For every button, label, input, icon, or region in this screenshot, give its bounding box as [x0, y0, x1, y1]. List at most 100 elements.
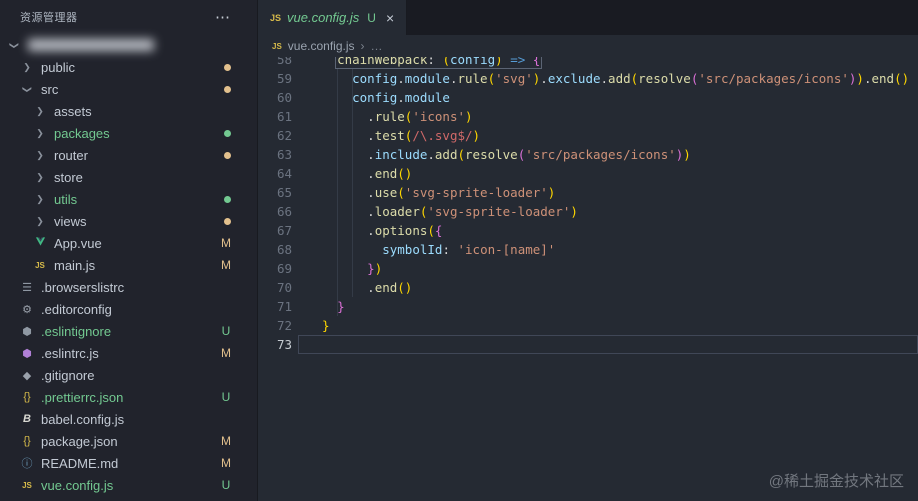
git-status-badge: U [367, 10, 376, 25]
code-line-61[interactable]: 61 .rule('icons') [258, 107, 918, 126]
code-line-content: } [322, 318, 330, 333]
code-line-content: .loader('svg-sprite-loader') [367, 204, 578, 219]
tree-item-label: App.vue [54, 235, 102, 251]
breadcrumb-more[interactable]: … [371, 39, 383, 53]
line-number[interactable]: 69 [258, 259, 298, 278]
line-number[interactable]: 66 [258, 202, 298, 221]
git-change-dot [224, 195, 231, 203]
tab-bar: JS vue.config.js U × [258, 0, 918, 35]
tree-item-utils[interactable]: ❯ utils [0, 188, 257, 210]
file-icon-eslint-gray: ⬢ [22, 325, 32, 338]
tree-item-label: router [54, 147, 88, 163]
tree-item-gitignore[interactable]: ◆ .gitignore [0, 364, 257, 386]
code-line-content: }) [367, 261, 383, 276]
tree-item-babel-config-js[interactable]: Bbabel.config.js [0, 408, 257, 430]
project-root-row[interactable]: ❯ [0, 34, 257, 56]
tree-item-label: .gitignore [41, 367, 95, 383]
line-number[interactable]: 68 [258, 240, 298, 259]
tab-vue-config-js[interactable]: JS vue.config.js U × [258, 0, 408, 35]
line-number[interactable]: 65 [258, 183, 298, 202]
line-number[interactable]: 64 [258, 164, 298, 183]
file-icon-list: ☰ [22, 281, 32, 294]
code-line-73[interactable]: 73 [258, 335, 918, 354]
tree-item-eslintrc-js[interactable]: ⬢ .eslintrc.js M [0, 342, 257, 364]
tree-item-router[interactable]: ❯ router [0, 144, 257, 166]
breadcrumb-filename[interactable]: vue.config.js [288, 39, 355, 53]
code-line-content: .options({ [367, 223, 443, 238]
close-icon[interactable]: × [386, 11, 394, 25]
code-line-59[interactable]: 59 config.module.rule('svg').exclude.add… [258, 69, 918, 88]
code-line-content: chainWebpack: (config) => { [298, 57, 918, 69]
git-status-badge: M [221, 236, 231, 250]
code-line-content: .rule('icons') [367, 109, 473, 124]
tree-item-editorconfig[interactable]: ⚙ .editorconfig [0, 298, 257, 320]
code-line-62[interactable]: 62 .test(/\.svg$/) [258, 126, 918, 145]
js-icon: JS [270, 12, 282, 23]
git-change-dot [224, 151, 231, 159]
code-line-72[interactable]: 72} [258, 316, 918, 335]
code-line-68[interactable]: 68 symbolId: 'icon-[name]' [258, 240, 918, 259]
git-status-badge: U [221, 324, 231, 338]
tree-item-main-js[interactable]: JS main.js M [0, 254, 257, 276]
tree-item-public[interactable]: ❯ public [0, 56, 257, 78]
chevron-right-icon: › [360, 39, 365, 53]
file-tree: ❯ public ❯ src ❯ assets ❯ packages ❯ router ❯ store… [0, 56, 257, 496]
line-number[interactable]: 61 [258, 107, 298, 126]
code-line-70[interactable]: 70 .end() [258, 278, 918, 297]
code-line-67[interactable]: 67 .options({ [258, 221, 918, 240]
line-number[interactable]: 73 [258, 335, 298, 354]
chevron-right-icon: ❯ [36, 149, 44, 160]
tree-item-browserslistrc[interactable]: ☰ .browserslistrc [0, 276, 257, 298]
tree-item-app-vue[interactable]: App.vue M [0, 232, 257, 254]
chevron-right-icon: ❯ [36, 105, 44, 116]
git-change-dot [224, 129, 231, 137]
code-line-71[interactable]: 71 } [258, 297, 918, 316]
tree-item-readme-md[interactable]: ⓘ README.md M [0, 452, 257, 474]
line-number[interactable]: 58 [258, 57, 298, 69]
js-icon: JS [272, 41, 282, 51]
line-number[interactable]: 60 [258, 88, 298, 107]
explorer-title: 资源管理器 [20, 12, 78, 24]
git-status-badge: M [221, 346, 231, 360]
more-actions-icon[interactable]: ⋯ [215, 8, 231, 26]
tree-item-assets[interactable]: ❯ assets [0, 100, 257, 122]
tree-item-label: assets [54, 103, 92, 119]
code-lines: 58 chainWebpack: (config) => {59 config.… [258, 57, 918, 354]
tree-item-prettierrc-json[interactable]: {} .prettierrc.json U [0, 386, 257, 408]
tree-item-label: views [54, 213, 87, 229]
git-status-badge: U [221, 478, 231, 492]
tree-item-src[interactable]: ❯ src [0, 78, 257, 100]
line-number[interactable]: 62 [258, 126, 298, 145]
tree-item-package-json[interactable]: {} package.json M [0, 430, 257, 452]
git-status-badge: M [221, 434, 231, 448]
file-icon-babel: B [23, 413, 31, 425]
file-icon-json: {} [23, 391, 31, 403]
tree-item-views[interactable]: ❯ views [0, 210, 257, 232]
code-line-66[interactable]: 66 .loader('svg-sprite-loader') [258, 202, 918, 221]
code-line-content: .end() [367, 166, 413, 181]
code-line-content: symbolId: 'icon-[name]' [382, 242, 556, 257]
tree-item-eslintignore[interactable]: ⬢ .eslintignore U [0, 320, 257, 342]
line-number[interactable]: 59 [258, 69, 298, 88]
line-number[interactable]: 70 [258, 278, 298, 297]
code-line-60[interactable]: 60 config.module [258, 88, 918, 107]
code-editor[interactable]: 58 chainWebpack: (config) => {59 config.… [258, 57, 918, 501]
code-line-69[interactable]: 69 }) [258, 259, 918, 278]
code-line-63[interactable]: 63 .include.add(resolve('src/packages/ic… [258, 145, 918, 164]
tree-item-label: .editorconfig [41, 301, 112, 317]
line-number[interactable]: 63 [258, 145, 298, 164]
git-status-badge: U [221, 390, 231, 404]
watermark: @稀土掘金技术社区 [768, 473, 904, 490]
tree-item-packages[interactable]: ❯ packages [0, 122, 257, 144]
line-number[interactable]: 71 [258, 297, 298, 316]
chevron-right-icon: ❯ [23, 61, 31, 72]
code-line-58[interactable]: 58 chainWebpack: (config) => { [258, 57, 918, 69]
line-number[interactable]: 67 [258, 221, 298, 240]
tree-item-vue-config-js[interactable]: JS vue.config.js U [0, 474, 257, 496]
explorer-sidebar: 资源管理器 ⋯ ❯ ❯ public ❯ src ❯ assets ❯ packages ❯ ro… [0, 0, 258, 501]
code-line-65[interactable]: 65 .use('svg-sprite-loader') [258, 183, 918, 202]
line-number[interactable]: 72 [258, 316, 298, 335]
breadcrumb[interactable]: JS vue.config.js › … [258, 35, 918, 57]
code-line-64[interactable]: 64 .end() [258, 164, 918, 183]
tree-item-store[interactable]: ❯ store [0, 166, 257, 188]
